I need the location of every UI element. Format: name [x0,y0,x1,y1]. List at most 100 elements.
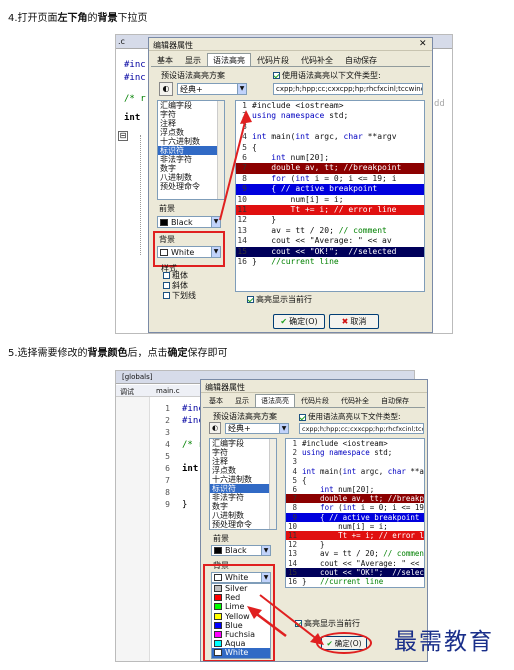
ok-button[interactable]: ✔ 确定(O) [273,314,325,329]
code-line: 7 double av, tt; //breakpoint [236,163,424,174]
use-highlight-checkbox[interactable] [273,72,280,79]
code-line: 11 Tt += i; // error line [236,205,424,216]
scheme-select[interactable]: 经典+ ▼ [177,83,247,95]
element-list-scrollbar-2[interactable] [269,439,276,529]
code-line: 10 num[i] = i; [286,522,424,531]
tab-display-2[interactable]: 显示 [229,394,255,407]
element-list-item[interactable]: 预处理命令 [210,520,276,529]
background-label: 背景 [159,235,175,244]
tab-display[interactable]: 显示 [179,53,207,66]
tab-completion-2[interactable]: 代码补全 [335,394,375,407]
line-text: num[i] = i; [252,194,344,204]
line-text: } [302,540,325,550]
foreground-label-2: 前景 [213,534,229,543]
line-text: } [252,215,277,225]
tab-autosave-2[interactable]: 自动保存 [375,394,415,407]
line-text [250,122,424,132]
element-list-item[interactable]: 数字 [210,502,276,511]
highlight-line-option[interactable]: 高亮显示当前行 [247,294,312,305]
line-text: } //current line [252,257,339,267]
line-text: { [302,475,307,485]
line-text: double av, tt; //breakpoint [320,494,424,504]
palette-icon-2[interactable]: ◐ [209,422,221,434]
main-c-tab[interactable]: main.c [156,387,180,395]
line-text: int num[20]; [320,485,375,495]
code-line: 3 [286,457,424,466]
code-line: 13 av = tt / 20; // comment [286,549,424,558]
line-number: 11 [287,531,297,541]
color-dropdown-highlight [203,564,275,661]
code-line: 10 num[i] = i; [236,195,424,205]
element-list-2[interactable]: 汇编字段 字符 注释 浮点数 十六进制数 标识符 非法字符 数字 八进制数 预处理命令 [209,438,277,530]
file-types-input[interactable]: cxpp;h;hpp;cc;cxxcpp;hp;rhcfxcinl;tccwin… [273,83,423,95]
step-5-heading: 5.选择需要修改的背景颜色后，点击确定保存即可 [8,348,228,359]
code-preview: 1#include <iostream>2using namespace std… [235,100,425,292]
element-list-item[interactable]: 十六进制数 [210,475,276,484]
tab-syntax-2[interactable]: 语法高亮 [255,394,295,407]
editor-properties-dialog-2: 编辑器属性 基本 显示 语法高亮 代码片段 代码补全 自动保存 预设语法高亮方案… [200,379,428,662]
ide-line-numbers: 1 2 3 4 5 6 7 8 9 [162,403,170,511]
element-list-item[interactable]: 八进制数 [210,511,276,520]
highlight-line-checkbox[interactable] [247,296,254,303]
element-list-item[interactable]: 标识符 [210,484,276,493]
line-number: 16 [287,577,297,587]
tab-basic[interactable]: 基本 [151,53,179,66]
tab-completion[interactable]: 代码补全 [295,53,339,66]
tab-autosave[interactable]: 自动保存 [339,53,383,66]
scheme-select-2[interactable]: 经典+ ▼ [225,423,289,434]
line-text: int main(int argc, char **argv [302,466,424,476]
cancel-button[interactable]: ✖ 取消 [329,314,379,329]
tab-syntax[interactable]: 语法高亮 [207,53,251,66]
italic-option[interactable]: 斜体 [163,281,196,291]
code-line: 6 int num[20]; [286,485,424,494]
globals-tab[interactable]: [globals] [122,373,152,381]
foreground-select-2[interactable]: Black ▼ [211,545,271,556]
use-highlight-option-2[interactable]: 使用语法高亮以下文件类型: [299,411,401,422]
element-list-item[interactable]: 字符 [210,448,276,457]
file-tab[interactable]: .c [118,37,125,46]
code-line: 8 for (int i = 0; i <= 19; i [236,174,424,184]
dialog-tabs: 基本 显示 语法高亮 代码片段 代码补全 自动保存 [151,53,430,67]
code-line: 7 double av, tt; //breakpoint [286,494,424,504]
ide-line-number: 2 [165,416,170,425]
debug-tab[interactable]: 调试 [120,387,134,397]
bold-option[interactable]: 粗体 [163,271,196,281]
line-number: 5 [292,475,297,485]
underline-option[interactable]: 下划线 [163,291,196,301]
close-icon[interactable]: ✕ [419,39,427,49]
line-number: 15 [287,567,297,577]
element-list-item[interactable]: 汇编字段 [210,439,276,448]
line-text: av = tt / 20; // comment [252,225,387,235]
line-number: 4 [292,466,297,476]
ide-line-number: 8 [165,488,170,497]
use-highlight-option[interactable]: 使用语法高亮以下文件类型: [273,70,381,81]
highlight-line-option-2[interactable]: 高亮显示当前行 [295,618,360,629]
fold-icon[interactable]: ⊟ [118,131,128,141]
line-number: 1 [292,439,297,448]
background-select[interactable]: White ▼ [157,246,221,258]
ide-line-number: 1 [165,404,170,413]
tab-snippets[interactable]: 代码片段 [251,53,295,66]
element-list-item[interactable]: 非法字符 [210,493,276,502]
line-text: Tt += i; // error line [252,205,397,215]
cancel-icon: ✖ [341,317,349,326]
file-types-input-2[interactable]: cxpp;h;hpp;cc;cxxcpp;hp;rhcfxcinl;tccwin… [299,423,424,434]
code-line: 13 av = tt / 20; // comment [236,226,424,236]
tab-snippets-2[interactable]: 代码片段 [295,394,335,407]
line-text: for (int i = 0; i <= 19; i [271,173,397,183]
tab-basic-2[interactable]: 基本 [203,394,229,407]
code-preview-2: 1 #include <iostream> 2 using namespace std… [285,438,425,588]
scheme-label-2: 预设语法高亮方案 [213,412,277,421]
element-list-item[interactable]: 浮点数 [210,466,276,475]
palette-icon[interactable]: ◐ [159,82,173,96]
line-text: cout << "OK!"; //selected [302,567,425,577]
code-behind-right: dd [434,99,445,109]
code-line: 5{ [286,476,424,485]
code-line: 3 [236,122,424,132]
watermark-logo: 最需教育 [394,629,494,655]
line-number: 3 [292,457,297,467]
element-list-item[interactable]: 注释 [210,457,276,466]
line-text: } //current line [302,577,384,587]
code-line: 2using namespace std; [236,111,424,121]
line-number: 9 [292,512,297,522]
